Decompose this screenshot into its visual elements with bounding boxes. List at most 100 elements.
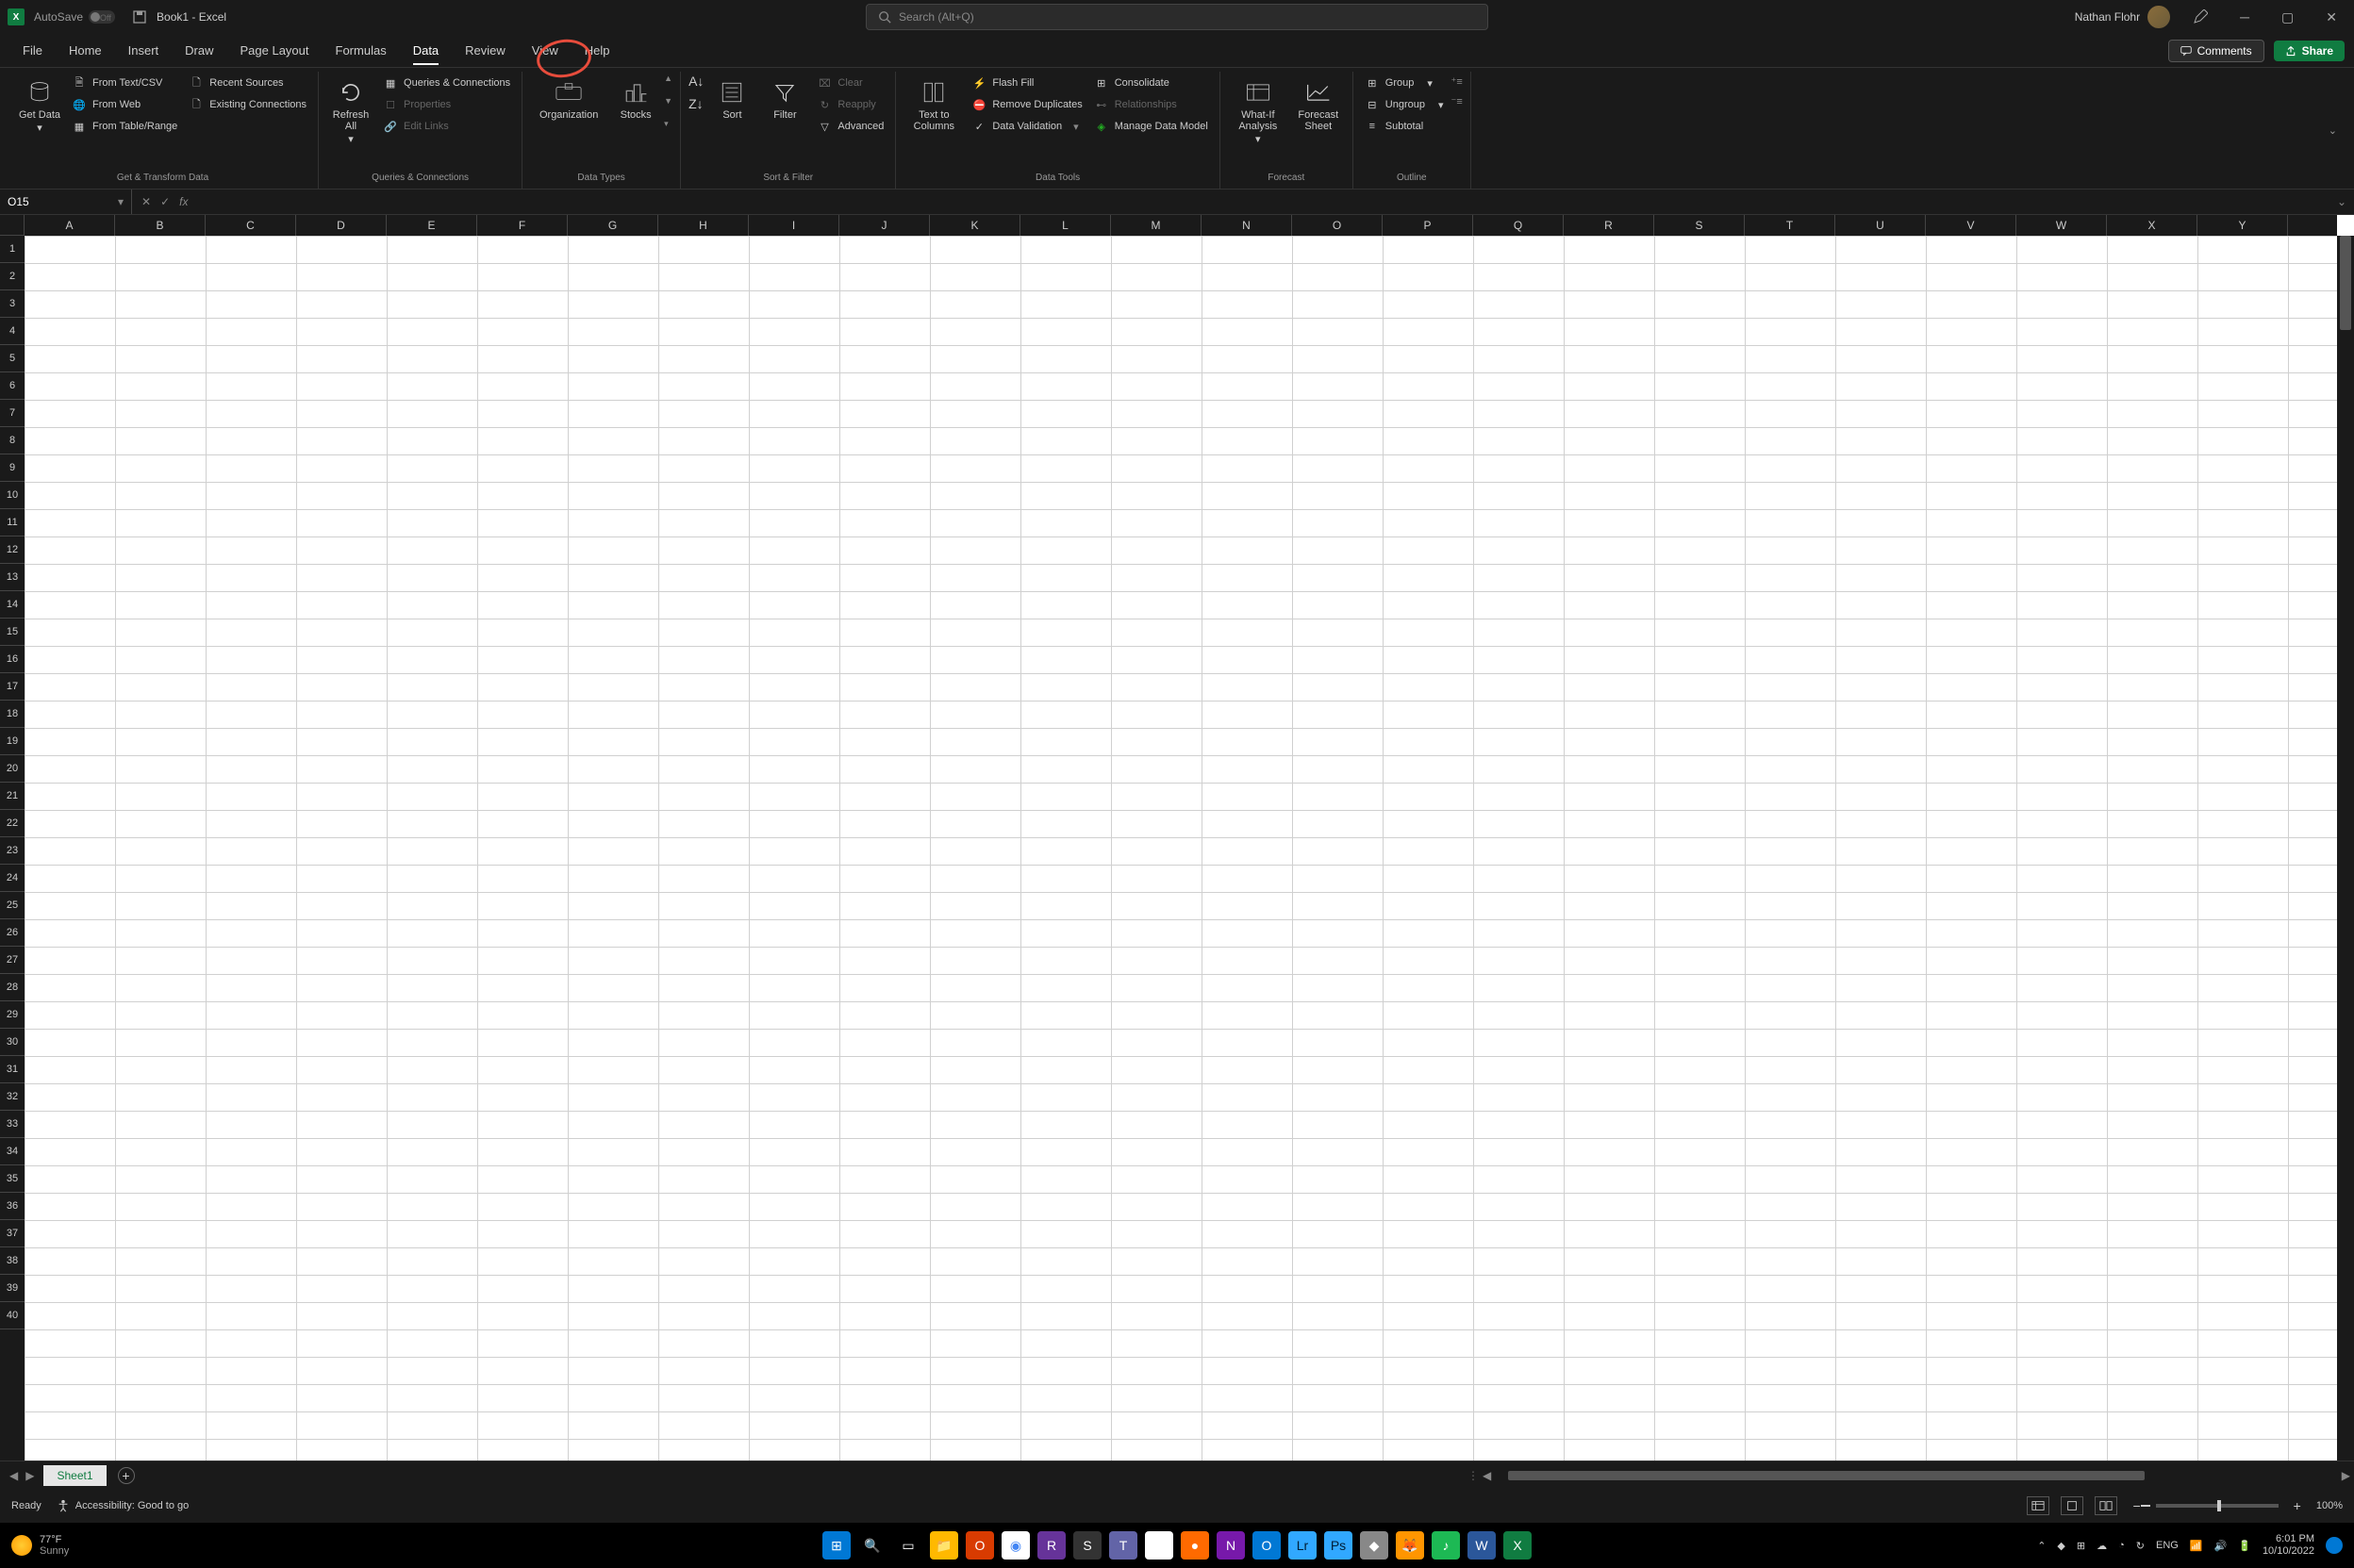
row-header[interactable]: 28 [0, 974, 25, 1001]
volume-icon[interactable]: 🔊 [2214, 1540, 2228, 1552]
row-header[interactable]: 40 [0, 1302, 25, 1329]
stocks-button[interactable]: Stocks [611, 74, 660, 124]
forecast-sheet-button[interactable]: Forecast Sheet [1292, 74, 1345, 136]
row-header[interactable]: 38 [0, 1247, 25, 1275]
data-types-up-icon[interactable]: ▲ [664, 74, 672, 83]
row-header[interactable]: 15 [0, 619, 25, 646]
row-header[interactable]: 10 [0, 482, 25, 509]
row-header[interactable]: 17 [0, 673, 25, 701]
row-header[interactable]: 37 [0, 1220, 25, 1247]
notifications-icon[interactable] [2326, 1537, 2343, 1554]
remove-duplicates-button[interactable]: ⛔Remove Duplicates [968, 95, 1086, 114]
tray-icon[interactable]: ↻ [2136, 1540, 2145, 1552]
onenote-icon[interactable]: N [1217, 1531, 1245, 1560]
column-header[interactable]: G [568, 215, 658, 236]
excel-app-icon[interactable]: X [8, 8, 25, 25]
language-indicator[interactable]: ENG [2156, 1540, 2179, 1551]
task-view-icon[interactable]: ▭ [894, 1531, 922, 1560]
onedrive-icon[interactable]: ☁ [2097, 1540, 2107, 1552]
office-icon[interactable]: O [966, 1531, 994, 1560]
row-header[interactable]: 12 [0, 536, 25, 564]
column-header[interactable]: V [1926, 215, 2016, 236]
expand-formula-bar-icon[interactable]: ⌄ [2329, 195, 2354, 208]
excel-icon[interactable]: X [1503, 1531, 1532, 1560]
scroll-left-icon[interactable]: ◀ [1479, 1469, 1495, 1482]
filter-button[interactable]: Filter [760, 74, 809, 124]
column-header[interactable]: T [1745, 215, 1835, 236]
row-header[interactable]: 33 [0, 1111, 25, 1138]
chevron-down-icon[interactable]: ▾ [118, 195, 124, 208]
row-header[interactable]: 24 [0, 865, 25, 892]
lightroom-icon[interactable]: Lr [1288, 1531, 1317, 1560]
tab-view[interactable]: View [519, 34, 572, 67]
row-header[interactable]: 26 [0, 919, 25, 947]
recent-sources-button[interactable]: 🗋Recent Sources [185, 74, 310, 92]
row-header[interactable]: 7 [0, 400, 25, 427]
sort-desc-icon[interactable]: Z↓ [688, 96, 704, 111]
scrollbar-thumb[interactable] [1508, 1471, 2145, 1480]
sheet-tab-1[interactable]: Sheet1 [43, 1465, 106, 1486]
enter-formula-icon[interactable]: ✓ [157, 195, 174, 208]
data-types-down-icon[interactable]: ▼ [664, 96, 672, 106]
row-header[interactable]: 9 [0, 454, 25, 482]
refresh-all-button[interactable]: Refresh All ▾ [326, 74, 375, 149]
fx-icon[interactable]: fx [175, 195, 191, 208]
column-header[interactable]: O [1292, 215, 1383, 236]
row-header[interactable]: 29 [0, 1001, 25, 1029]
organization-button[interactable]: Organization [530, 74, 607, 124]
autosave-toggle[interactable]: Off [89, 10, 115, 24]
scroll-right-icon[interactable]: ▶ [2338, 1469, 2354, 1482]
data-validation-button[interactable]: ✓Data Validation▾ [968, 117, 1086, 136]
user-account[interactable]: Nathan Flohr [2075, 6, 2170, 28]
row-header[interactable]: 16 [0, 646, 25, 673]
column-header[interactable]: R [1564, 215, 1654, 236]
column-header[interactable]: L [1020, 215, 1111, 236]
queries-connections-button[interactable]: ▦Queries & Connections [379, 74, 514, 92]
formula-input[interactable] [197, 190, 2329, 214]
start-button[interactable]: ⊞ [822, 1531, 851, 1560]
row-header[interactable]: 2 [0, 263, 25, 290]
subtotal-button[interactable]: ≡Subtotal [1361, 117, 1448, 136]
tray-icon[interactable]: ⊞ [2077, 1540, 2085, 1552]
page-layout-view-button[interactable] [2061, 1496, 2083, 1515]
teams-icon[interactable]: T [1109, 1531, 1137, 1560]
row-header[interactable]: 25 [0, 892, 25, 919]
get-data-button[interactable]: Get Data ▾ [15, 74, 64, 138]
ungroup-button[interactable]: ⊟Ungroup▾ [1361, 95, 1448, 114]
tray-icon[interactable]: ◆ [2057, 1540, 2064, 1552]
row-header[interactable]: 36 [0, 1193, 25, 1220]
column-header[interactable]: A [25, 215, 115, 236]
pen-mode-icon[interactable] [2183, 9, 2217, 25]
advanced-button[interactable]: ▽Advanced [813, 117, 887, 136]
row-header[interactable]: 39 [0, 1275, 25, 1302]
column-header[interactable]: D [296, 215, 387, 236]
close-button[interactable]: ✕ [2316, 9, 2346, 25]
tab-home[interactable]: Home [56, 34, 115, 67]
page-break-view-button[interactable] [2095, 1496, 2117, 1515]
row-header[interactable]: 32 [0, 1083, 25, 1111]
tab-page-layout[interactable]: Page Layout [227, 34, 323, 67]
row-header[interactable]: 1 [0, 236, 25, 263]
column-header[interactable]: N [1202, 215, 1292, 236]
accessibility-status[interactable]: Accessibility: Good to go [57, 1499, 189, 1512]
tab-help[interactable]: Help [572, 34, 623, 67]
tray-icon[interactable]: ◔ [2118, 1540, 2125, 1551]
app-icon-c[interactable]: ◐ [1145, 1531, 1173, 1560]
taskbar-search-icon[interactable]: 🔍 [858, 1531, 887, 1560]
column-header[interactable]: F [477, 215, 568, 236]
column-header[interactable]: E [387, 215, 477, 236]
column-header[interactable]: U [1835, 215, 1926, 236]
hide-detail-icon[interactable]: ⁻≡ [1451, 95, 1463, 107]
vertical-scrollbar[interactable] [2337, 236, 2354, 1461]
row-header[interactable]: 31 [0, 1056, 25, 1083]
app-icon-r[interactable]: R [1037, 1531, 1066, 1560]
row-header[interactable]: 20 [0, 755, 25, 783]
tab-data[interactable]: Data [400, 34, 452, 67]
select-all-button[interactable] [0, 215, 25, 236]
cells-area[interactable] [25, 236, 2337, 1461]
row-header[interactable]: 4 [0, 318, 25, 345]
column-header[interactable]: J [839, 215, 930, 236]
add-sheet-button[interactable]: + [118, 1467, 135, 1484]
spotify-icon[interactable]: ♪ [1432, 1531, 1460, 1560]
column-header[interactable]: X [2107, 215, 2197, 236]
